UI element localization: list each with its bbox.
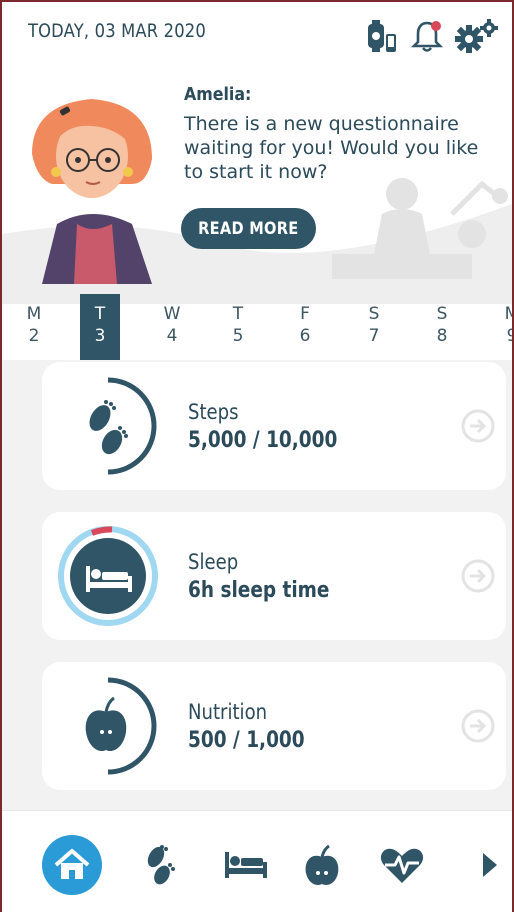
watch-phone-icon[interactable]	[364, 18, 400, 59]
nav-steps[interactable]	[130, 835, 190, 895]
apple-icon	[85, 696, 127, 752]
day-date: 2	[28, 326, 40, 346]
background-scene	[2, 99, 512, 304]
assistant-message-line: There is a new questionnaire	[184, 113, 459, 135]
sleep-card[interactable]: Sleep 6h sleep time	[42, 512, 506, 640]
assistant-hero	[2, 64, 512, 304]
footprints-icon	[89, 400, 128, 455]
day-letter: T	[232, 304, 244, 324]
day-item[interactable]: T5	[218, 294, 258, 360]
nav-nutrition[interactable]	[292, 835, 352, 895]
sleep-progress	[58, 526, 158, 626]
day-item[interactable]: M9	[492, 294, 512, 360]
assistant-message: There is a new questionnaire waiting for…	[184, 112, 504, 184]
gears-icon[interactable]	[454, 18, 498, 59]
day-date: 7	[368, 326, 380, 346]
bed-icon	[225, 852, 267, 878]
nav-sleep[interactable]	[216, 835, 276, 895]
week-strip: M2 T3 W4 T5 F6 S7 S8 M9	[2, 294, 512, 364]
apple-icon	[305, 844, 339, 885]
day-letter: S	[436, 304, 448, 324]
read-more-label: READ MORE	[198, 218, 299, 239]
summary-panel: Steps 5,000 / 10,000 Sleep 6h sleep time…	[2, 360, 512, 810]
nutrition-progress	[85, 677, 157, 775]
day-item[interactable]: S8	[422, 294, 462, 360]
day-item[interactable]: W4	[152, 294, 192, 360]
day-item-active[interactable]: T3	[80, 294, 120, 360]
day-letter: M	[492, 304, 512, 324]
card-value: 6h sleep time	[188, 578, 330, 603]
day-date: 5	[232, 326, 244, 346]
card-value: 5,000 / 10,000	[188, 428, 338, 453]
day-date: 9	[492, 326, 512, 346]
assistant-message-line: waiting for you! Would you like	[184, 137, 479, 159]
bell-icon[interactable]	[410, 18, 444, 59]
nutrition-card[interactable]: Nutrition 500 / 1,000	[42, 662, 506, 790]
day-date: 6	[299, 326, 311, 346]
steps-progress	[89, 377, 157, 475]
next-arrow-icon	[483, 853, 497, 877]
home-icon	[42, 835, 102, 895]
steps-card[interactable]: Steps 5,000 / 10,000	[42, 362, 506, 490]
day-letter: W	[163, 304, 181, 324]
day-letter: S	[368, 304, 380, 324]
day-letter: T	[94, 304, 106, 324]
nav-heart[interactable]	[372, 835, 432, 895]
card-title: Sleep	[188, 550, 239, 574]
avatar	[32, 99, 152, 284]
day-item[interactable]: S7	[354, 294, 394, 360]
day-date: 4	[166, 326, 178, 346]
day-letter: M	[26, 304, 42, 324]
nav-next[interactable]	[460, 835, 512, 895]
bottom-navigation	[2, 810, 512, 912]
day-letter: F	[300, 304, 310, 324]
arrow-right-circle-icon[interactable]	[460, 558, 496, 594]
heart-pulse-icon	[380, 848, 424, 883]
arrow-right-circle-icon[interactable]	[460, 708, 496, 744]
assistant-name: Amelia:	[184, 84, 252, 105]
day-item[interactable]: F6	[285, 294, 325, 360]
day-item[interactable]: M2	[14, 294, 54, 360]
footprints-icon	[147, 845, 175, 885]
date-label: TODAY, 03 MAR 2020	[28, 20, 206, 42]
app-frame: TODAY, 03 MAR 2020 Amelia: There is a ne…	[0, 0, 514, 912]
card-title: Nutrition	[188, 700, 268, 724]
read-more-button[interactable]: READ MORE	[181, 208, 316, 249]
day-date: 8	[436, 326, 448, 346]
card-value: 500 / 1,000	[188, 728, 305, 753]
nav-home[interactable]	[42, 835, 102, 895]
top-actions	[364, 18, 498, 59]
arrow-right-circle-icon[interactable]	[460, 408, 496, 444]
top-bar: TODAY, 03 MAR 2020	[2, 2, 512, 64]
card-title: Steps	[188, 400, 239, 424]
day-date: 3	[94, 326, 106, 346]
assistant-message-line: to start it now?	[184, 161, 328, 183]
